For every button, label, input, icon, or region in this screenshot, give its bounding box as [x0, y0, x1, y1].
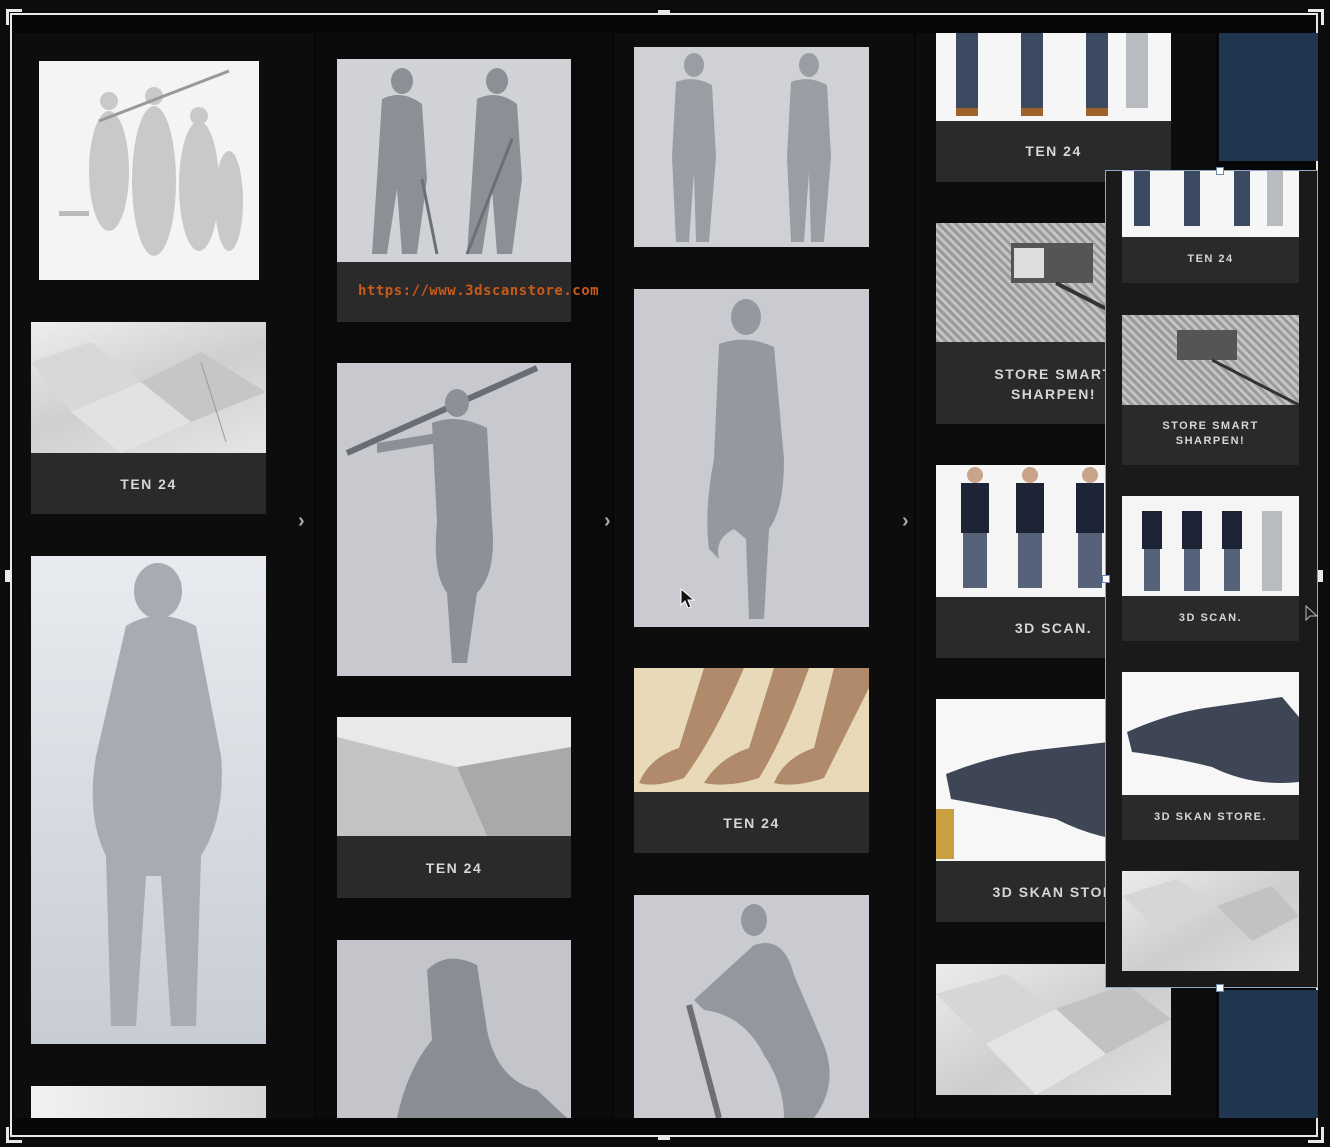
mouse-pointer-icon [680, 588, 696, 609]
panel-card-smart-sharpen[interactable]: STORE SMART SHARPEN! [1122, 405, 1299, 465]
card-ten24-col2[interactable]: TEN 24 [337, 836, 571, 898]
panel-card-ten24[interactable]: TEN 24 [1122, 237, 1299, 283]
frame-corner-top-right[interactable] [1308, 9, 1324, 25]
card-ten24-col3[interactable]: TEN 24 [634, 792, 869, 853]
lowpoly-surface-image-2[interactable] [337, 717, 571, 836]
jeans-lineup-image[interactable] [936, 33, 1171, 121]
men-scan-thumb[interactable] [1122, 496, 1299, 596]
frame-handle-top[interactable] [658, 10, 670, 15]
standing-figure-image[interactable] [31, 556, 266, 1044]
card-label: TEN 24 [723, 815, 780, 831]
panel-handle-left[interactable] [1102, 575, 1110, 583]
card-label: 3D SKAN STORE. [1153, 811, 1268, 823]
lowpoly-thumb[interactable] [1122, 871, 1299, 971]
leaning-figure-image[interactable] [634, 895, 869, 1118]
card-ten24-col1[interactable]: TEN 24 [31, 453, 266, 514]
navy-block-top [1219, 33, 1318, 161]
texture-thumb[interactable] [1122, 315, 1299, 405]
chevron-right-icon[interactable]: › [298, 510, 305, 533]
lowpoly-surface-image[interactable] [31, 322, 266, 453]
card-label: TEN 24 [1025, 143, 1082, 159]
spear-figure-image[interactable] [337, 363, 571, 676]
frame-handle-right[interactable] [1318, 570, 1323, 582]
chevron-right-icon[interactable]: › [902, 510, 909, 533]
panel-handle-top[interactable] [1216, 167, 1224, 175]
watermark-url[interactable]: https://www.3dscanstore.com [358, 283, 599, 299]
mouse-pointer-icon [1305, 605, 1319, 622]
frame-handle-left[interactable] [5, 570, 10, 582]
jeans-lineup-thumb[interactable] [1122, 171, 1299, 237]
frame-corner-bottom-right[interactable] [1308, 1127, 1324, 1143]
card-label: 3D SCAN. [1178, 612, 1243, 624]
hand-scan-thumb[interactable] [1122, 672, 1299, 795]
feet-image[interactable] [634, 668, 869, 792]
partial-image-col1[interactable] [31, 1086, 266, 1118]
panel-card-3d-skan-store[interactable]: 3D SKAN STORE. [1122, 795, 1299, 840]
preview-panel[interactable]: TEN 24 STORE SMART SHARPEN! 3D SCAN. 3D … [1105, 170, 1318, 988]
card-label: STORE SMART SHARPEN! [1162, 420, 1259, 447]
card-label: TEN 24 [425, 860, 483, 876]
panel-card-3d-scan[interactable]: 3D SCAN. [1122, 596, 1299, 641]
two-figures-image[interactable] [337, 59, 571, 262]
chevron-right-icon[interactable]: › [604, 510, 611, 533]
navy-block-bottom [1219, 990, 1318, 1118]
card-label: TEN 24 [120, 476, 177, 492]
walking-figure-image[interactable] [634, 289, 869, 627]
frame-corner-top-left[interactable] [6, 9, 22, 25]
sculpture-group-image[interactable] [39, 61, 259, 280]
card-label: TEN 24 [1187, 253, 1234, 265]
panel-handle-bottom[interactable] [1216, 984, 1224, 992]
front-back-figure-image[interactable] [634, 47, 869, 247]
frame-corner-bottom-left[interactable] [6, 1127, 22, 1143]
frame-handle-bottom[interactable] [658, 1135, 670, 1140]
seated-figure-image[interactable] [337, 940, 571, 1118]
